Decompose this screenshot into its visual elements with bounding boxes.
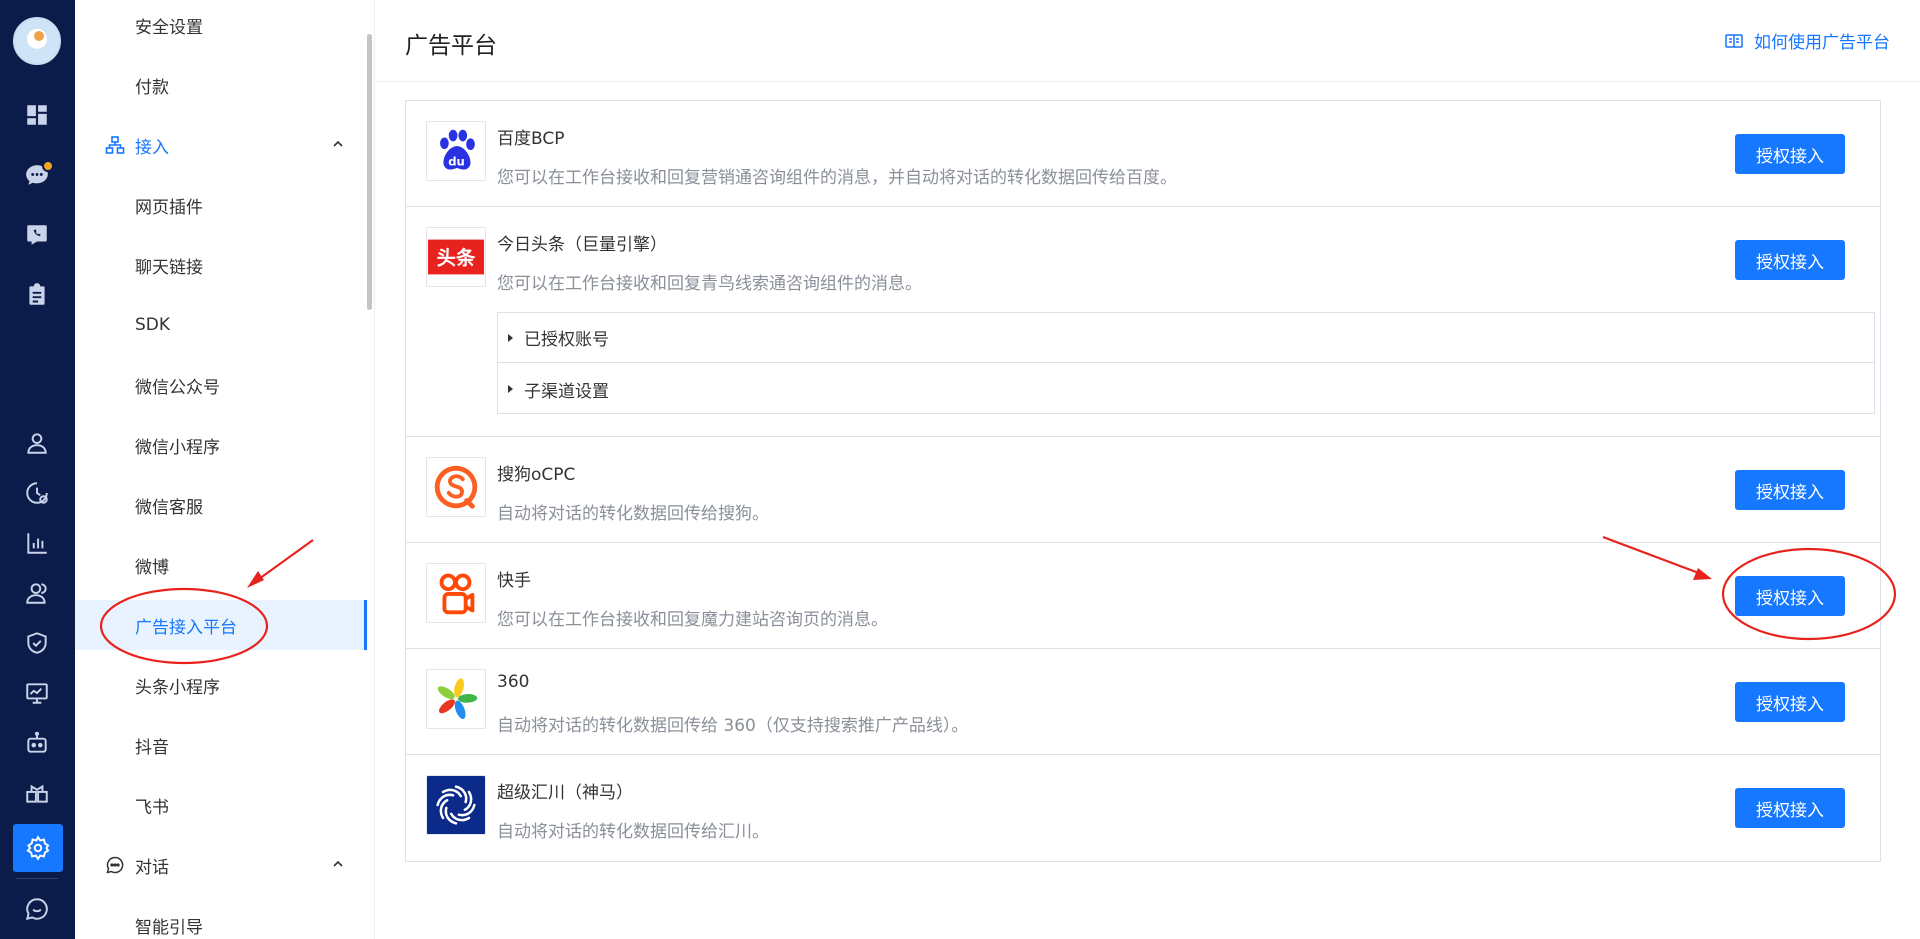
unread-badge [42,160,54,172]
toutiao-sub-panel: 已授权账号 子渠道设置 [497,312,1875,414]
caret-right-icon [508,333,513,342]
page-header: 广告平台 如何使用广告平台 [376,0,1920,82]
360-logo [426,669,486,729]
sidebar-item-toutiao-miniprogram[interactable]: 头条小程序 [75,660,367,710]
monitor-icon[interactable] [18,674,56,712]
robot-icon[interactable] [18,724,56,762]
contact-icon[interactable] [18,424,56,462]
page-title: 广告平台 [405,33,497,59]
platform-desc: 您可以在工作台接收和回复营销通咨询组件的消息，并自动将对话的转化数据回传给百度。 [497,168,1177,188]
kuaishou-logo [426,563,486,623]
authorize-button-baidu[interactable]: 授权接入 [1735,134,1845,174]
sogou-logo [426,457,486,517]
apps-icon[interactable] [18,774,56,812]
dashboard-icon[interactable] [18,96,56,134]
avatar[interactable] [13,17,61,65]
shield-icon[interactable] [18,624,56,662]
platform-card-sogou: 搜狗oCPC 自动将对话的转化数据回传给搜狗。 授权接入 [406,437,1880,543]
platform-desc: 您可以在工作台接收和回复魔力建站咨询页的消息。 [497,610,888,630]
chevron-up-icon[interactable] [331,137,345,151]
sidebar-group-label: 接入 [135,137,169,158]
sub-row-label: 已授权账号 [524,330,609,350]
sidebar-item-douyin[interactable]: 抖音 [75,720,367,770]
main-content: 广告平台 如何使用广告平台 du 百度BCP 您可以在工作台接收和回复营销通咨询… [376,0,1920,939]
platform-name: 百度BCP [497,129,565,149]
authorize-button-360[interactable]: 授权接入 [1735,682,1845,722]
sidebar-group-dialog[interactable]: 对话 [75,840,367,890]
sidebar-group-access[interactable]: 接入 [75,120,367,170]
svg-text:头条: 头条 [437,247,476,270]
help-link-label: 如何使用广告平台 [1754,33,1890,53]
chat-bubble-icon [105,855,125,875]
sidebar-scrollbar[interactable] [367,34,372,310]
platform-card-360: 360 自动将对话的转化数据回传给 360（仅支持搜索推广产品线）。 授权接入 [406,649,1880,755]
platform-desc: 您可以在工作台接收和回复青鸟线索通咨询组件的消息。 [497,274,922,294]
platform-card-baidu: du 百度BCP 您可以在工作台接收和回复营销通咨询组件的消息，并自动将对话的转… [406,101,1880,207]
clipboard-icon[interactable] [18,276,56,314]
sidebar-item-payment[interactable]: 付款 [75,60,367,110]
message-icon[interactable] [18,890,56,928]
svg-text:du: du [448,155,465,169]
platform-name: 超级汇川（神马） [497,783,633,803]
book-icon [1725,33,1743,48]
huichuan-logo [426,775,486,835]
platform-name: 快手 [497,571,531,591]
toutiao-logo: 头条 [426,227,486,287]
sitemap-icon [105,135,125,155]
team-icon[interactable] [18,574,56,612]
icon-rail [0,0,75,939]
platform-name: 搜狗oCPC [497,465,576,485]
sidebar-group-label: 对话 [135,857,169,878]
platform-desc: 自动将对话的转化数据回传给汇川。 [497,822,769,842]
caret-right-icon [508,385,513,393]
sidebar-item-smart-guide[interactable]: 智能引导 [75,900,367,939]
sub-row-label: 子渠道设置 [524,381,609,402]
sidebar-item-feishu[interactable]: 飞书 [75,780,367,830]
platform-desc: 自动将对话的转化数据回传给搜狗。 [497,504,769,524]
authorize-button-sogou[interactable]: 授权接入 [1735,470,1845,510]
phone-icon[interactable] [18,216,56,254]
platform-desc: 自动将对话的转化数据回传给 360（仅支持搜索推广产品线）。 [497,716,969,736]
sidebar-item-wechat-official[interactable]: 微信公众号 [75,360,367,410]
platform-card-kuaishou: 快手 您可以在工作台接收和回复魔力建站咨询页的消息。 授权接入 [406,543,1880,649]
platform-name: 今日头条（巨量引擎） [497,235,667,255]
authorize-button-kuaishou[interactable]: 授权接入 [1735,576,1845,616]
sub-channel-settings-row[interactable]: 子渠道设置 [498,364,1874,414]
platform-name: 360 [497,672,530,692]
sidebar-item-chat-link[interactable]: 聊天链接 [75,240,367,290]
sidebar-item-wechat-miniprogram[interactable]: 微信小程序 [75,420,367,470]
platform-list: du 百度BCP 您可以在工作台接收和回复营销通咨询组件的消息，并自动将对话的转… [405,100,1881,862]
rail-divider [16,878,58,879]
settings-icon[interactable] [13,824,63,872]
sidebar-item-web-plugin[interactable]: 网页插件 [75,180,367,230]
chevron-up-icon[interactable] [331,857,345,871]
platform-card-toutiao: 头条 今日头条（巨量引擎） 您可以在工作台接收和回复青鸟线索通咨询组件的消息。 … [406,207,1880,437]
sidebar-item-wechat-service[interactable]: 微信客服 [75,480,367,530]
sidebar-item-weibo[interactable]: 微博 [75,540,367,590]
baidu-logo: du [426,121,486,181]
sidebar-item-ad-platform[interactable]: 广告接入平台 [75,600,367,650]
sidebar-item-sdk[interactable]: SDK [75,300,367,350]
platform-card-huichuan: 超级汇川（神马） 自动将对话的转化数据回传给汇川。 授权接入 [406,755,1880,861]
history-icon[interactable] [18,474,56,512]
authorized-accounts-row[interactable]: 已授权账号 [498,313,1874,363]
authorize-button-toutiao[interactable]: 授权接入 [1735,240,1845,280]
chat-icon[interactable] [18,156,56,194]
settings-sidebar: 安全设置 付款 接入 网页插件 聊天链接 SDK 微信公众号 微信小程序 微信客… [75,0,375,939]
help-link[interactable]: 如何使用广告平台 [1724,28,1890,53]
chart-icon[interactable] [18,524,56,562]
sidebar-item-security[interactable]: 安全设置 [75,0,367,50]
authorize-button-huichuan[interactable]: 授权接入 [1735,788,1845,828]
